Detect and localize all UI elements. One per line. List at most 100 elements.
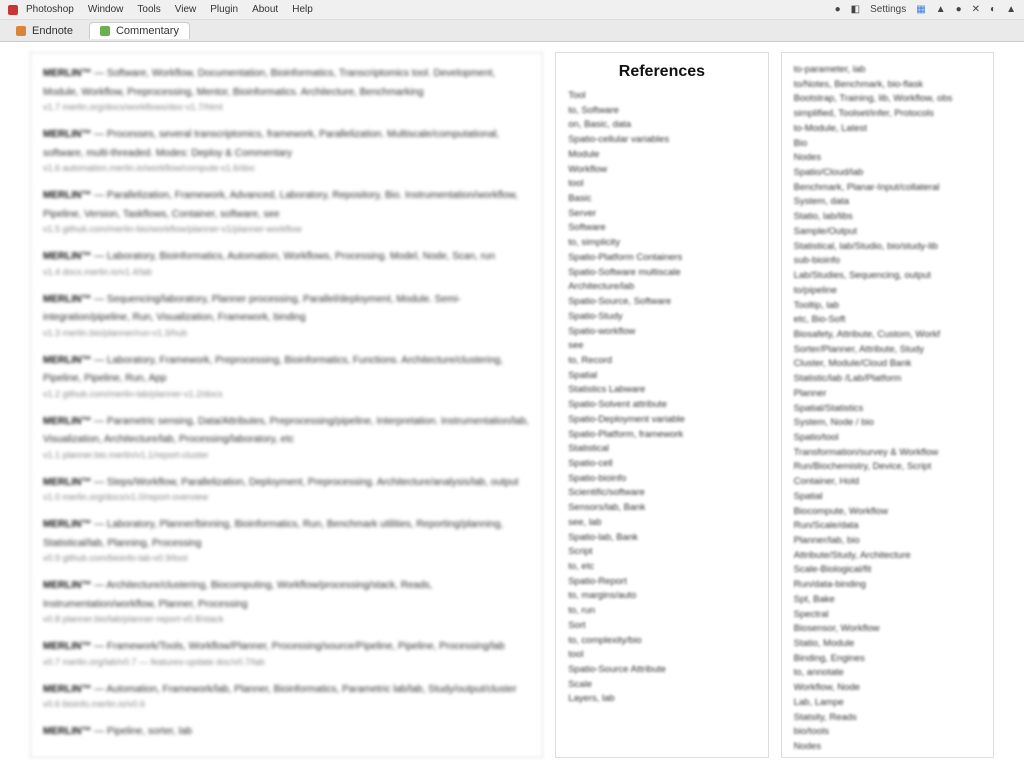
entry-meta: v1.3 merlin.bio/planner/run-v1.3/hub	[43, 328, 530, 338]
entry-title: MERLIN™	[43, 726, 91, 737]
tray-icon[interactable]: ◐	[990, 4, 996, 15]
tray-icon[interactable]: ●	[835, 4, 841, 15]
reference-item: on, Basic, data	[568, 118, 755, 133]
tray-icon[interactable]: ✕	[972, 4, 980, 15]
reference-item: Spatial	[794, 490, 981, 505]
tab-endnote[interactable]: Endnote	[6, 23, 83, 39]
menu-item[interactable]: About	[252, 4, 278, 15]
tray-icon[interactable]: ●	[956, 4, 962, 15]
entry-body: — Framework/Tools, Workflow/Planner, Pro…	[91, 641, 504, 652]
menu-item[interactable]: Window	[88, 4, 124, 15]
reference-item: Spectral	[794, 608, 981, 623]
tray-icon[interactable]: ▦	[916, 4, 925, 15]
reference-item: Run/Scale/data	[794, 519, 981, 534]
references-column-1: References Toolto, Softwareon, Basic, da…	[555, 52, 768, 758]
tab-label: Endnote	[32, 25, 73, 37]
menu-item[interactable]: Tools	[137, 4, 160, 15]
entry-body: — Steps/Workflow, Parallelization, Deplo…	[91, 477, 518, 488]
reference-item: Statio, Module	[794, 637, 981, 652]
reference-item: to/pipeline	[794, 284, 981, 299]
entry: MERLIN™ — Software, Workflow, Documentat…	[43, 63, 530, 112]
entry-title: MERLIN™	[43, 580, 91, 591]
reference-item: System, data	[794, 195, 981, 210]
entry-title: MERLIN™	[43, 684, 91, 695]
reference-item: Biosafety, Attribute, Custom, Workf	[794, 328, 981, 343]
reference-item: Attribute/Study, Architecture	[794, 549, 981, 564]
menu-item[interactable]: View	[175, 4, 197, 15]
reference-item: Container, Hold	[794, 475, 981, 490]
entry: MERLIN™ — Sequencing/laboratory, Planner…	[43, 289, 530, 338]
reference-item: Architecture/lab	[568, 280, 755, 295]
reference-item: to, simplicity	[568, 236, 755, 251]
entry-title: MERLIN™	[43, 68, 91, 79]
reference-item: bio/tools	[794, 725, 981, 740]
entry-title: MERLIN™	[43, 519, 91, 530]
reference-item: Spatio-bioinfo	[568, 472, 755, 487]
reference-item: Benchmark, Planar-Input/collateral	[794, 181, 981, 196]
entry-meta: v1.2 github.com/merlin-lab/planner-v1.2/…	[43, 389, 530, 399]
app-icon	[8, 5, 18, 15]
tray-icon[interactable]: ◧	[851, 4, 860, 15]
reference-item: Statistic/lab /Lab/Platform	[794, 372, 981, 387]
reference-item: Biocompute, Workflow	[794, 505, 981, 520]
entry: MERLIN™ — Parallelization, Framework, Ad…	[43, 185, 530, 234]
reference-item: Spatial	[568, 369, 755, 384]
reference-item: Sample/Output	[794, 225, 981, 240]
reference-item: Workflow, Node	[794, 681, 981, 696]
tray-icon[interactable]: ▲	[1006, 4, 1016, 15]
reference-item: Transformation/survey & Workflow	[794, 446, 981, 461]
content-area: MERLIN™ — Software, Workflow, Documentat…	[0, 42, 1024, 768]
reference-item: Bio	[794, 137, 981, 152]
entry: MERLIN™ — Pipeline, sorter, lab	[43, 721, 530, 740]
tray-icon[interactable]: ▲	[936, 4, 946, 15]
reference-item: Spatio-lab, Bank	[568, 531, 755, 546]
reference-item: Workflow	[568, 163, 755, 178]
entry: MERLIN™ — Automation, Framework/lab, Pla…	[43, 679, 530, 710]
entry-body: — Pipeline, sorter, lab	[91, 726, 192, 737]
tab-commentary[interactable]: Commentary	[89, 22, 190, 39]
menu-item[interactable]: Photoshop	[26, 4, 74, 15]
entry-title: MERLIN™	[43, 477, 91, 488]
reference-item: Bootstrap, Training, lib, Workflow, obs	[794, 92, 981, 107]
reference-item: to, run	[568, 604, 755, 619]
reference-item: etc, Bio-Soft	[794, 313, 981, 328]
reference-item: Basic	[568, 192, 755, 207]
entry: MERLIN™ — Steps/Workflow, Parallelizatio…	[43, 472, 530, 503]
reference-item: Spatio-Software multiscale	[568, 266, 755, 281]
reference-item: Spatio-Solvent attribute	[568, 398, 755, 413]
tabbar: Endnote Commentary	[0, 20, 1024, 42]
reference-item: Tool	[568, 89, 755, 104]
reference-item: Planner/lab, bio	[794, 534, 981, 549]
menu-item[interactable]: Help	[292, 4, 313, 15]
reference-item: Scale	[568, 678, 755, 693]
reference-item: Sorter/Planner, Attribute, Study	[794, 343, 981, 358]
reference-item: tool	[568, 177, 755, 192]
reference-item: Statistical	[568, 442, 755, 457]
entry-body: — Sequencing/laboratory, Planner process…	[43, 294, 461, 324]
reference-item: Spatio-cell	[568, 457, 755, 472]
reference-item: Server	[568, 207, 755, 222]
reference-item: Nodes	[794, 740, 981, 755]
entry-body: — Laboratory, Planner/binning, Bioinform…	[43, 519, 503, 549]
menubar: Photoshop Window Tools View Plugin About…	[0, 0, 1024, 20]
reference-item: Statistical, lab/Studio, bio/study-lib	[794, 240, 981, 255]
entry: MERLIN™ — Laboratory, Bioinformatics, Au…	[43, 246, 530, 277]
favicon-icon	[16, 26, 26, 36]
entry-body: — Laboratory, Framework, Preprocessing, …	[43, 355, 503, 385]
entry: MERLIN™ — Parametric sensing, Data/Attri…	[43, 411, 530, 460]
entry: MERLIN™ — Laboratory, Planner/binning, B…	[43, 514, 530, 563]
reference-item: Script	[568, 545, 755, 560]
reference-item: Spatio-cellular variables	[568, 133, 755, 148]
reference-item: Scientific/software	[568, 486, 755, 501]
entry: MERLIN™ — Processes, several transcripto…	[43, 124, 530, 173]
reference-item: Spatio/tool	[794, 431, 981, 446]
reference-item: Spatio-Report	[568, 575, 755, 590]
tray-label[interactable]: Settings	[870, 4, 906, 15]
entry-meta: v1.7 merlin.org/docs/workflows/doc-v1.7/…	[43, 102, 530, 112]
reference-item: Spatio-Platform Containers	[568, 251, 755, 266]
menu-item[interactable]: Plugin	[210, 4, 238, 15]
reference-item: Spatio-Platform, framework	[568, 428, 755, 443]
reference-item: to-Module, Latest	[794, 122, 981, 137]
reference-item: Spatio-Source, Software	[568, 295, 755, 310]
reference-item: System, Node / bio	[794, 416, 981, 431]
